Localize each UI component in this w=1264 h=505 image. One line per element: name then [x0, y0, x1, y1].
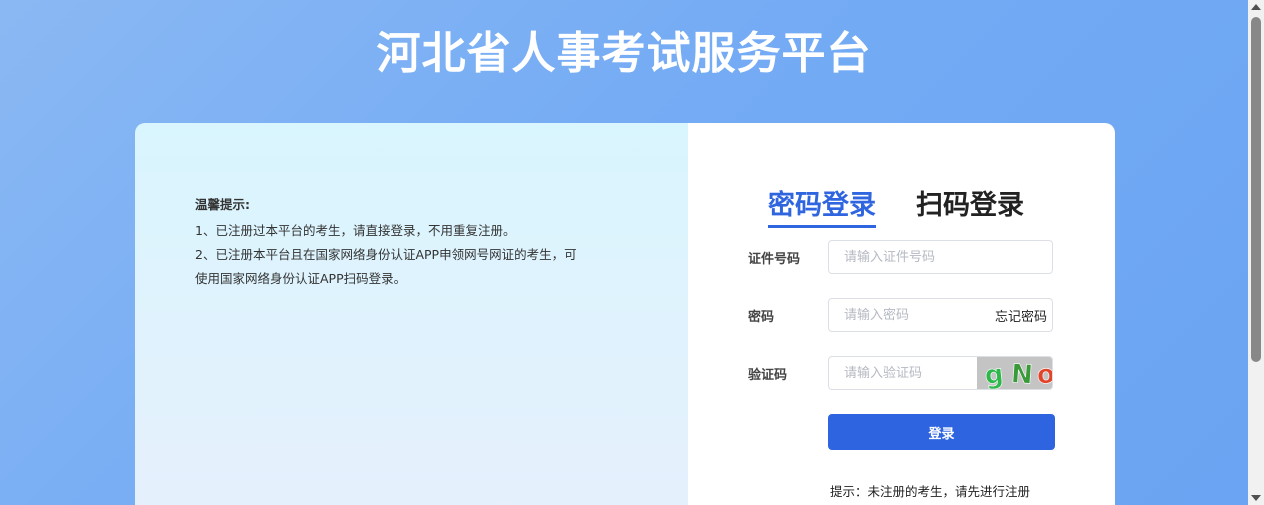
captcha-char-1: g: [983, 359, 1005, 390]
password-row: 密码 忘记密码: [748, 298, 1053, 332]
tab-password-login[interactable]: 密码登录: [768, 183, 876, 228]
tips-line-1: 1、已注册过本平台的考生，请直接登录，不用重复注册。: [195, 223, 516, 238]
login-button[interactable]: 登录: [828, 414, 1055, 450]
tips-line-2: 2、已注册本平台且在国家网络身份认证APP申领网号网证的考生，可使用国家网络身份…: [195, 247, 577, 286]
captcha-svg: g N o H: [983, 359, 1053, 390]
tips-title: 温馨提示:: [195, 197, 250, 212]
page-title: 河北省人事考试服务平台: [376, 28, 872, 79]
login-card: 温馨提示: 1、已注册过本平台的考生，请直接登录，不用重复注册。 2、已注册本平…: [135, 123, 1115, 505]
password-label: 密码: [748, 309, 775, 325]
id-number-input[interactable]: [829, 241, 1052, 273]
scroll-thumb[interactable]: [1251, 17, 1261, 362]
register-hint: 提示：未注册的考生，请先进行注册: [830, 484, 1031, 499]
captcha-input[interactable]: [829, 357, 977, 389]
scroll-down-icon[interactable]: [1251, 495, 1261, 501]
id-number-field: [828, 240, 1053, 274]
captcha-row: 验证码 g N o H: [748, 356, 1053, 390]
page-scrollbar[interactable]: [1248, 0, 1264, 505]
captcha-char-3: o: [1036, 359, 1053, 390]
captcha-label: 验证码: [748, 367, 788, 383]
id-number-label: 证件号码: [748, 251, 801, 267]
password-input[interactable]: [829, 299, 995, 331]
captcha-field: g N o H: [828, 356, 1053, 390]
login-tabs: 密码登录 扫码登录: [768, 183, 1024, 228]
password-field: 忘记密码: [828, 298, 1053, 332]
login-panel: 密码登录 扫码登录 证件号码 密码 忘记密码 验证码 g: [688, 123, 1115, 505]
captcha-char-2: N: [1010, 359, 1034, 390]
scroll-up-icon[interactable]: [1251, 4, 1261, 10]
tips-box: 温馨提示: 1、已注册过本平台的考生，请直接登录，不用重复注册。 2、已注册本平…: [195, 193, 585, 291]
forgot-password-link[interactable]: 忘记密码: [995, 306, 1052, 325]
captcha-image[interactable]: g N o H: [977, 357, 1053, 390]
id-number-row: 证件号码: [748, 240, 1053, 274]
tips-panel: 温馨提示: 1、已注册过本平台的考生，请直接登录，不用重复注册。 2、已注册本平…: [135, 123, 688, 505]
tab-qrcode-login[interactable]: 扫码登录: [916, 183, 1024, 228]
